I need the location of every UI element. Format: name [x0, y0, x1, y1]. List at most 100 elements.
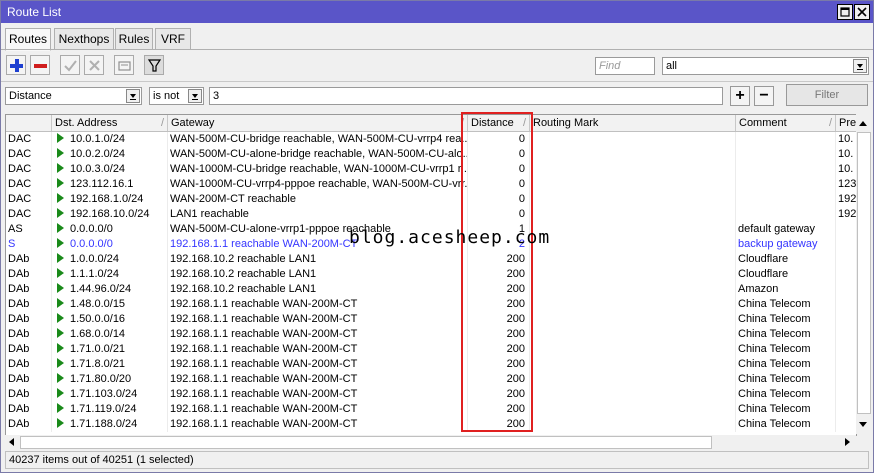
filter-field-select[interactable]: Distance	[5, 87, 142, 105]
column-dst-address[interactable]: Dst. Address /	[52, 115, 168, 131]
cell-text: DAb	[8, 388, 30, 400]
cell-dist: 200	[468, 402, 530, 417]
cell-dst: 1.0.0.0/24	[52, 252, 168, 267]
chevron-down-icon[interactable]	[853, 59, 867, 73]
table-row[interactable]: DAC 10.0.2.0/24 WAN-500M-CU-alone-bridge r…	[6, 147, 856, 162]
play-icon	[57, 253, 64, 263]
cell-text: Amazon	[738, 283, 779, 295]
table-row[interactable]: DAC 10.0.1.0/24 WAN-500M-CU-bridge reachab…	[6, 132, 856, 147]
find-input[interactable]: Find	[595, 57, 655, 75]
cell-flags: DAC	[6, 207, 52, 222]
chevron-down-icon[interactable]	[188, 89, 202, 103]
cell-text: 0	[518, 208, 525, 220]
cell-pref: 10.	[836, 162, 856, 177]
table-row[interactable]: DAC 123.112.16.1 WAN-1000M-CU-vrrp4-pppoe …	[6, 177, 856, 192]
restore-button[interactable]	[837, 4, 853, 20]
cell-text: 192.168.1.1 reachable WAN-200M-CT	[170, 328, 358, 340]
play-icon	[57, 208, 64, 218]
cell-text: 1.48.0.0/15	[70, 298, 126, 310]
vertical-scrollbar[interactable]	[856, 114, 871, 434]
cell-comment: Amazon	[736, 282, 836, 297]
table-header: Dst. Address / Gateway / Distance / Rout…	[6, 115, 856, 132]
play-icon	[57, 298, 64, 308]
cell-comment: default gateway	[736, 222, 836, 237]
cell-flags: DAb	[6, 297, 52, 312]
cell-text: LAN1 reachable	[170, 208, 249, 220]
scroll-right-icon[interactable]	[841, 436, 853, 448]
column-routing-mark[interactable]: Routing Mark	[530, 115, 736, 131]
add-button[interactable]	[6, 55, 26, 75]
cell-mark	[530, 147, 736, 162]
cross-icon	[89, 60, 100, 71]
tab-nexthops[interactable]: Nexthops	[54, 28, 114, 50]
play-icon	[57, 343, 64, 353]
table-row[interactable]: DAb 1.71.8.0/21 192.168.1.1 reachable WAN-…	[6, 357, 856, 372]
filter-button[interactable]: Filter	[786, 84, 868, 106]
cell-text: 192	[838, 208, 857, 220]
filter-value-input[interactable]: 3	[209, 87, 723, 105]
cell-gw: 192.168.1.1 reachable WAN-200M-CT	[168, 387, 468, 402]
table-row[interactable]: DAb 1.48.0.0/15 192.168.1.1 reachable WAN-…	[6, 297, 856, 312]
column-gateway[interactable]: Gateway /	[168, 115, 468, 131]
table-row[interactable]: DAb 1.50.0.0/16 192.168.1.1 reachable WAN-…	[6, 312, 856, 327]
title-bar[interactable]: Route List	[1, 1, 873, 23]
scroll-down-icon[interactable]	[856, 418, 870, 432]
cell-text: DAC	[8, 178, 32, 190]
close-button[interactable]	[854, 4, 870, 20]
column-pref-src[interactable]: Pre	[836, 115, 856, 131]
hscroll-thumb[interactable]	[20, 436, 712, 449]
cell-dst: 0.0.0.0/0	[52, 237, 168, 252]
tab-routes[interactable]: Routes	[5, 28, 51, 51]
play-icon	[57, 418, 64, 428]
remove-filter-button[interactable]: −	[754, 86, 774, 106]
watermark: blog.acesheep.com	[349, 227, 551, 248]
table-row[interactable]: DAC 192.168.1.0/24 WAN-200M-CT reachable 0 1…	[6, 192, 856, 207]
cell-comment: China Telecom	[736, 417, 836, 432]
cell-mark	[530, 237, 736, 252]
cell-text: 1.50.0.0/16	[70, 313, 126, 325]
table-row[interactable]: DAC 10.0.3.0/24 WAN-1000M-CU-bridge reacha…	[6, 162, 856, 177]
filter-toggle-button[interactable]	[144, 55, 164, 75]
cell-text: DAb	[8, 328, 30, 340]
cell-text: China Telecom	[738, 343, 811, 355]
cell-text: AS	[8, 223, 23, 235]
cell-text: 192.168.10.0/24	[70, 208, 150, 220]
filter-operator-select[interactable]: is not	[149, 87, 204, 105]
table-row[interactable]: DAb 1.71.80.0/20 192.168.1.1 reachable WAN…	[6, 372, 856, 387]
table-row[interactable]: DAb 1.0.0.0/24 192.168.10.2 reachable LAN1…	[6, 252, 856, 267]
horizontal-scrollbar[interactable]	[5, 435, 856, 449]
scroll-up-icon[interactable]	[856, 116, 870, 130]
cell-text: DAb	[8, 313, 30, 325]
cell-dst: 10.0.1.0/24	[52, 132, 168, 147]
tab-vrf[interactable]: VRF	[155, 28, 191, 50]
cell-text: 123.112.16.1	[70, 178, 134, 190]
table-row[interactable]: DAb 1.68.0.0/14 192.168.1.1 reachable WAN-…	[6, 327, 856, 342]
table-row[interactable]: DAC 192.168.10.0/24 LAN1 reachable 0 192	[6, 207, 857, 222]
disable-button[interactable]	[84, 55, 104, 75]
table-row[interactable]: DAb 1.44.96.0/24 192.168.10.2 reachable LA…	[6, 282, 856, 297]
column-comment[interactable]: Comment /	[736, 115, 836, 131]
table-row[interactable]: DAb 1.71.188.0/24 192.168.1.1 reachable WA…	[6, 417, 856, 432]
column-distance[interactable]: Distance /	[468, 115, 530, 131]
column-flags[interactable]	[6, 115, 52, 131]
remove-button[interactable]	[30, 55, 50, 75]
scroll-left-icon[interactable]	[6, 436, 18, 448]
add-filter-button[interactable]: +	[730, 86, 750, 106]
cell-text: 1.71.103.0/24	[70, 388, 138, 400]
scroll-thumb[interactable]	[857, 132, 871, 414]
table-row[interactable]: DAb 1.71.0.0/21 192.168.1.1 reachable WAN-…	[6, 342, 856, 357]
scope-select[interactable]: all	[662, 57, 869, 75]
enable-button[interactable]	[60, 55, 80, 75]
cell-text: DAC	[8, 193, 32, 205]
table-row[interactable]: DAb 1.71.103.0/24 192.168.1.1 reachable WA…	[6, 387, 856, 402]
chevron-down-icon[interactable]	[126, 89, 140, 103]
cell-pref: 10.	[836, 147, 856, 162]
tab-rules[interactable]: Rules	[115, 28, 153, 50]
cell-flags: S	[6, 237, 52, 252]
cell-text: 192.168.1.1 reachable WAN-200M-CT	[170, 238, 358, 250]
cell-pref: 192	[836, 192, 856, 207]
cell-text: China Telecom	[738, 358, 811, 370]
table-row[interactable]: DAb 1.71.119.0/24 192.168.1.1 reachable WA…	[6, 402, 856, 417]
table-row[interactable]: DAb 1.1.1.0/24 192.168.10.2 reachable LAN1…	[6, 267, 856, 282]
comment-button[interactable]	[114, 55, 134, 75]
